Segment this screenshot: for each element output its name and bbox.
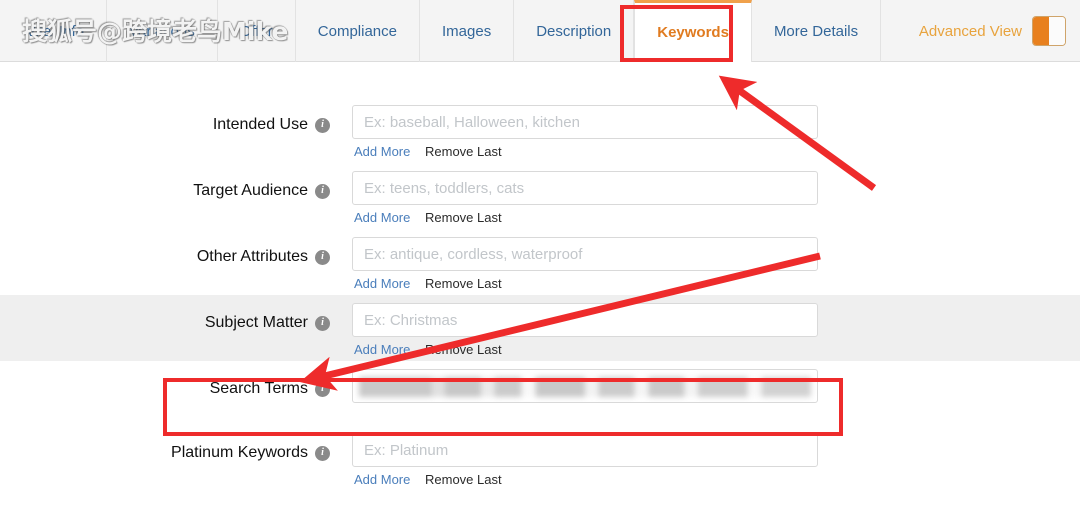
field-group: Add More Remove Last <box>352 237 818 291</box>
tab-keywords[interactable]: Keywords <box>634 0 752 62</box>
platinum-keywords-input[interactable] <box>352 433 818 467</box>
tab-list: Vital Info Variations Offer Compliance I… <box>0 0 882 62</box>
info-icon[interactable]: i <box>315 183 330 199</box>
screenshot-root: Vital Info Variations Offer Compliance I… <box>0 0 1080 510</box>
tab-label: Vital Info <box>26 22 85 40</box>
form-row-search-terms: Search Terms i <box>0 361 1080 425</box>
info-icon[interactable]: i <box>315 117 330 133</box>
form-row-platinum-keywords: Platinum Keywords i Add More Remove Last <box>0 425 1080 491</box>
tab-description[interactable]: Description <box>514 0 635 62</box>
remove-last-link[interactable]: Remove Last <box>425 210 502 225</box>
toggle-off-half <box>1049 17 1065 45</box>
info-icon[interactable]: i <box>315 381 330 397</box>
info-icon[interactable]: i <box>315 249 330 265</box>
tab-bar: Vital Info Variations Offer Compliance I… <box>0 0 1080 62</box>
intended-use-input[interactable] <box>352 105 818 139</box>
field-label: Search Terms <box>209 380 308 397</box>
tab-label: More Details <box>773 22 859 40</box>
field-group <box>352 369 818 421</box>
add-more-link[interactable]: Add More <box>354 276 410 291</box>
field-label: Platinum Keywords <box>171 444 308 461</box>
tab-label: Variations <box>129 22 195 40</box>
tab-offer[interactable]: Offer <box>218 0 296 62</box>
tab-label: Images <box>442 22 492 40</box>
add-more-link[interactable]: Add More <box>354 472 410 487</box>
subject-matter-input[interactable] <box>352 303 818 337</box>
advanced-view-label: Advanced View <box>918 22 1022 40</box>
row-actions: Add More Remove Last <box>352 472 818 487</box>
advanced-view-toggle[interactable] <box>1032 16 1066 46</box>
field-group: Add More Remove Last <box>352 171 818 225</box>
redacted-value-overlay <box>359 377 811 397</box>
tab-vital-info[interactable]: Vital Info <box>0 0 108 62</box>
field-label: Intended Use <box>212 116 308 133</box>
row-actions: Add More Remove Last <box>352 144 818 159</box>
tab-label: Compliance <box>317 22 397 40</box>
form-row-target-audience: Target Audience i Add More Remove Last <box>0 163 1080 229</box>
info-icon[interactable]: i <box>315 445 330 461</box>
field-label-group: Intended Use i <box>0 105 330 135</box>
field-label-group: Search Terms i <box>0 369 330 399</box>
toggle-on-half <box>1033 17 1049 45</box>
field-label-group: Subject Matter i <box>0 303 330 333</box>
field-label-group: Other Attributes i <box>0 237 330 267</box>
field-label-group: Platinum Keywords i <box>0 433 330 463</box>
info-icon[interactable]: i <box>315 315 330 331</box>
remove-last-link[interactable]: Remove Last <box>425 276 502 291</box>
field-group: Add More Remove Last <box>352 303 818 357</box>
tab-variations[interactable]: Variations <box>107 0 218 62</box>
tab-compliance[interactable]: Compliance <box>296 0 420 62</box>
form-row-other-attributes: Other Attributes i Add More Remove Last <box>0 229 1080 295</box>
row-actions-spacer <box>352 403 818 421</box>
search-terms-input[interactable] <box>352 369 818 403</box>
tab-label: Keywords <box>657 24 729 41</box>
tab-images[interactable]: Images <box>420 0 515 62</box>
field-label: Other Attributes <box>196 248 308 265</box>
advanced-view-control[interactable]: Advanced View <box>919 0 1066 62</box>
tab-label: Offer <box>239 22 273 40</box>
field-group: Add More Remove Last <box>352 105 818 159</box>
row-actions: Add More Remove Last <box>352 210 818 225</box>
other-attributes-input[interactable] <box>352 237 818 271</box>
form-row-intended-use: Intended Use i Add More Remove Last <box>0 97 1080 163</box>
row-actions: Add More Remove Last <box>352 276 818 291</box>
add-more-link[interactable]: Add More <box>354 210 410 225</box>
keywords-form: Intended Use i Add More Remove Last Targ… <box>0 63 1080 491</box>
remove-last-link[interactable]: Remove Last <box>425 144 502 159</box>
form-row-subject-matter: Subject Matter i Add More Remove Last <box>0 295 1080 361</box>
remove-last-link[interactable]: Remove Last <box>425 472 502 487</box>
tab-more-details[interactable]: More Details <box>752 0 882 62</box>
field-label: Target Audience <box>193 182 308 199</box>
field-label-group: Target Audience i <box>0 171 330 201</box>
remove-last-link[interactable]: Remove Last <box>425 342 502 357</box>
target-audience-input[interactable] <box>352 171 818 205</box>
field-group: Add More Remove Last <box>352 433 818 487</box>
field-label: Subject Matter <box>204 314 308 331</box>
row-actions: Add More Remove Last <box>352 342 818 357</box>
tab-label: Description <box>536 22 612 40</box>
add-more-link[interactable]: Add More <box>354 144 410 159</box>
add-more-link[interactable]: Add More <box>354 342 410 357</box>
